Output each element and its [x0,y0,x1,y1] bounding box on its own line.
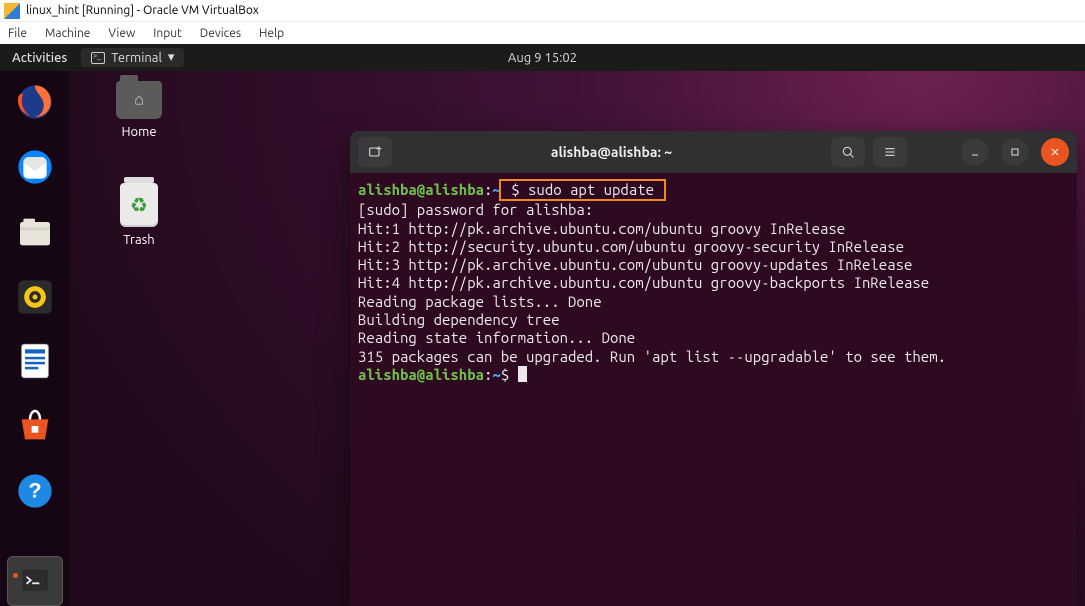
minimize-icon [969,146,981,158]
active-app-menu[interactable]: Terminal ▾ [81,48,184,67]
virtualbox-menubar: File Machine View Input Devices Help [0,22,1085,44]
terminal-line: Hit:4 http://pk.archive.ubuntu.com/ubunt… [358,274,929,291]
terminal-line: Hit:1 http://pk.archive.ubuntu.com/ubunt… [358,220,845,237]
dock: ? [0,71,70,606]
terminal-window[interactable]: alishba@alishba: ~ alishba@alishb [350,131,1077,606]
home-icon: ⌂ [134,91,144,110]
desktop-icon-trash[interactable]: ♻ Trash [104,183,174,247]
running-indicator-dot [13,573,18,578]
prompt-path: ~ [492,366,500,383]
search-button[interactable] [831,137,865,167]
menu-devices[interactable]: Devices [200,27,241,40]
dock-item-files[interactable] [13,210,57,253]
dock-item-libreoffice-writer[interactable] [13,340,57,383]
terminal-line: Hit:2 http://security.ubuntu.com/ubuntu … [358,238,904,255]
hamburger-menu-button[interactable] [873,137,907,167]
terminal-titlebar[interactable]: alishba@alishba: ~ [350,131,1077,173]
desktop-icon-home-label: Home [104,125,174,139]
prompt-sigil: $ [501,366,509,383]
terminal-line: Building dependency tree [358,311,560,328]
highlighted-command: $ sudo apt update [499,179,667,201]
guest-desktop: Activities Terminal ▾ Aug 9 15:02 [0,44,1085,606]
menu-view[interactable]: View [108,27,135,40]
prompt-user-host: alishba@alishba [358,366,484,383]
topbar-clock[interactable]: Aug 9 15:02 [508,51,577,65]
terminal-line: Reading state information... Done [358,329,635,346]
hamburger-icon [882,144,898,160]
menu-help[interactable]: Help [259,27,284,40]
desktop-icon-home[interactable]: ⌂ Home [104,81,174,139]
rhythmbox-icon [15,277,55,317]
gnome-topbar: Activities Terminal ▾ Aug 9 15:02 [0,44,1085,71]
dock-item-rhythmbox[interactable] [13,275,57,318]
help-icon: ? [15,471,55,511]
menu-input[interactable]: Input [153,27,182,40]
maximize-button[interactable] [1001,138,1029,166]
terminal-line: Hit:3 http://pk.archive.ubuntu.com/ubunt… [358,256,912,273]
activities-button[interactable]: Activities [12,51,67,65]
minimize-button[interactable] [961,138,989,166]
desktop-wallpaper: ? ⌂ Home ♻ Trash alishba [0,71,1085,606]
dock-item-thunderbird[interactable] [13,146,57,189]
libreoffice-writer-icon [15,341,55,381]
close-icon [1049,146,1061,158]
thunderbird-icon [15,147,55,187]
virtualbox-logo-icon [4,3,20,19]
ubuntu-software-icon [15,406,55,446]
active-app-label: Terminal [111,51,162,65]
svg-text:?: ? [28,477,41,502]
terminal-cursor [518,366,527,382]
desktop-icon-trash-label: Trash [104,233,174,247]
terminal-body[interactable]: alishba@alishba:~ $ sudo apt update [sud… [350,173,1077,606]
new-tab-icon [367,144,383,160]
terminal-icon [91,52,105,64]
terminal-line: [sudo] password for alishba: [358,201,593,218]
virtualbox-window-title: linux_hint [Running] - Oracle VM Virtual… [26,4,259,17]
files-icon [15,212,55,252]
firefox-icon [15,82,55,122]
virtualbox-titlebar[interactable]: linux_hint [Running] - Oracle VM Virtual… [0,0,1085,22]
dock-item-help[interactable]: ? [13,469,57,512]
recycle-icon: ♻ [130,193,148,217]
maximize-icon [1009,146,1021,158]
menu-file[interactable]: File [8,27,27,40]
new-tab-button[interactable] [358,137,392,167]
dock-item-terminal-running[interactable] [7,556,63,606]
terminal-title: alishba@alishba: ~ [400,144,823,160]
close-button[interactable] [1041,138,1069,166]
chevron-down-icon: ▾ [168,50,175,65]
prompt-user-host: alishba@alishba [358,181,484,198]
terminal-line: Reading package lists... Done [358,293,602,310]
dock-item-firefox[interactable] [13,81,57,124]
menu-machine[interactable]: Machine [45,27,90,40]
dock-item-ubuntu-software[interactable] [13,405,57,448]
search-icon [840,144,856,160]
terminal-icon [18,564,52,598]
terminal-line: 315 packages can be upgraded. Run 'apt l… [358,348,946,365]
